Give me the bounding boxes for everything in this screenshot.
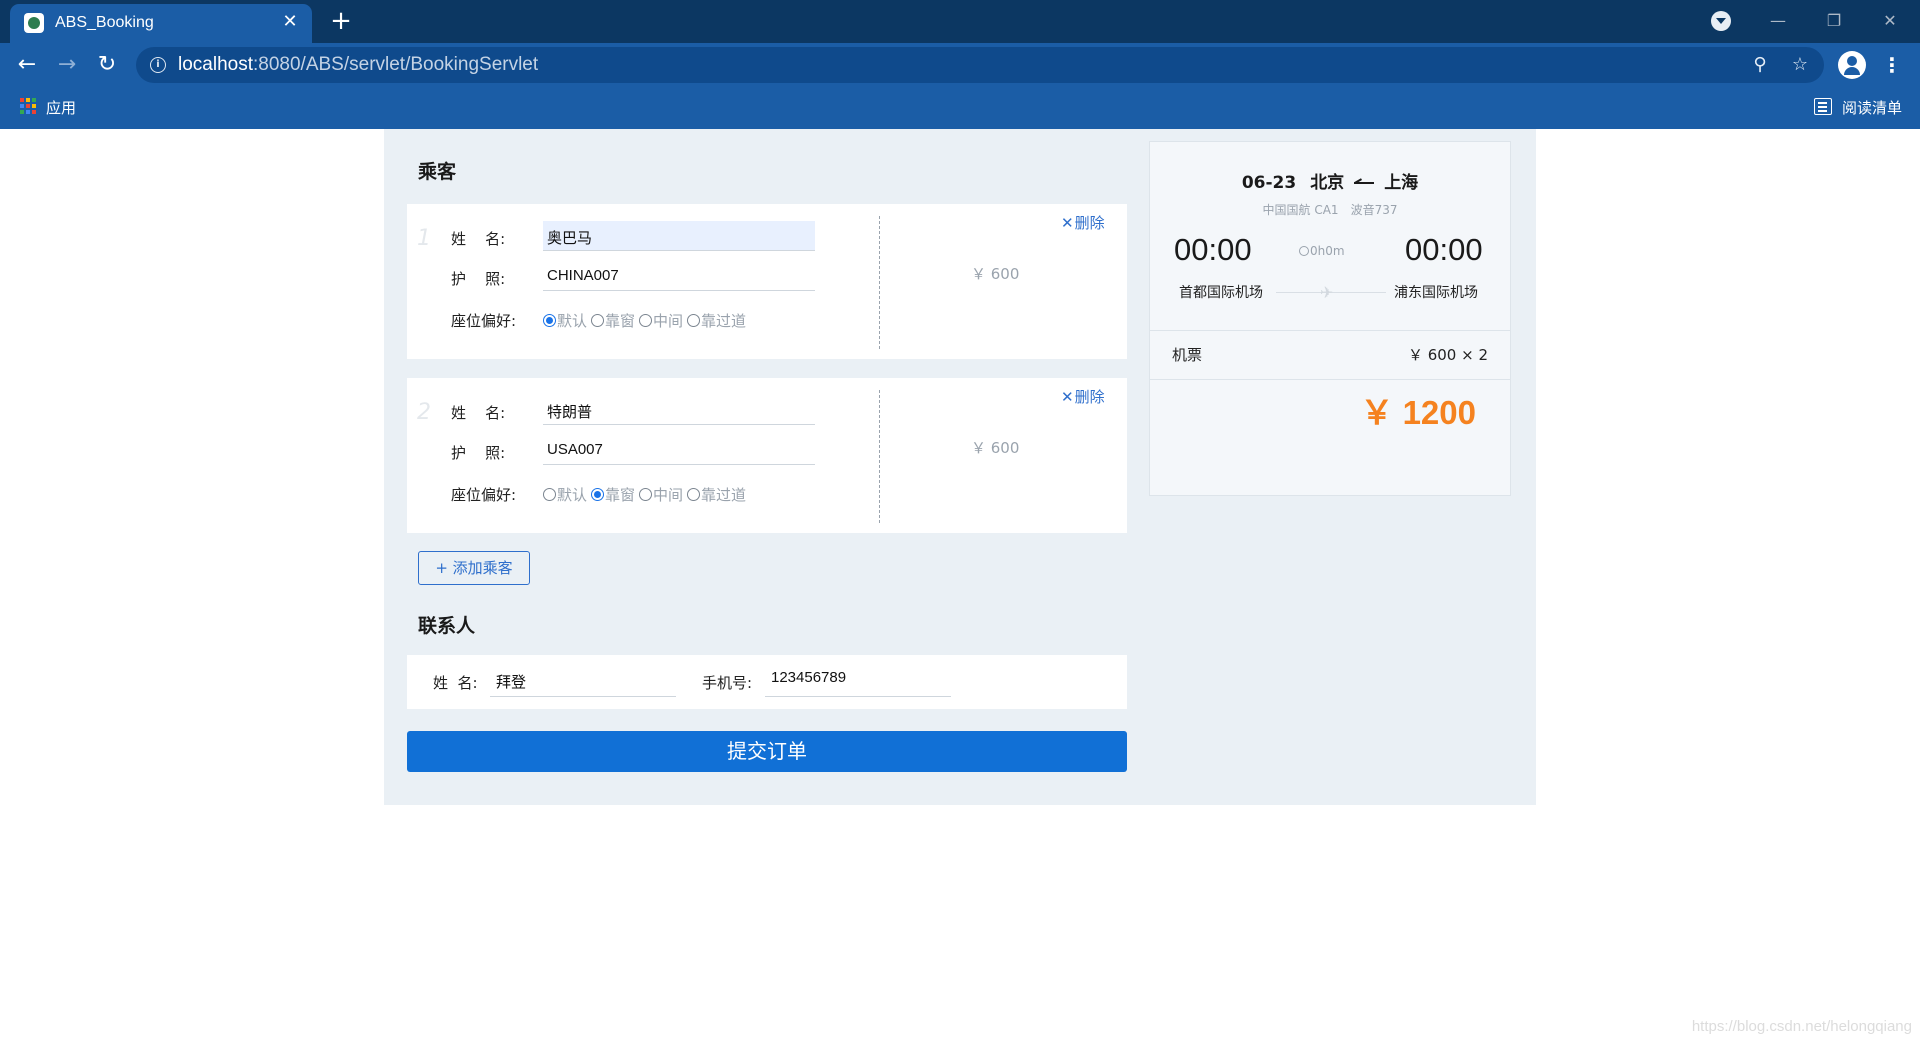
- from-city: 北京: [1310, 173, 1345, 193]
- name-label: 姓 名:: [451, 230, 506, 248]
- seat-preference-group: 默认 靠窗 中间 靠过道: [543, 310, 750, 331]
- passport-input[interactable]: CHINA007: [543, 261, 815, 291]
- phone-input[interactable]: 123456789: [765, 665, 951, 697]
- contact-name-input[interactable]: 拜登: [490, 665, 676, 697]
- to-city: 上海: [1384, 173, 1419, 193]
- browser-toolbar: ← → ↻ i localhost:8080/ABS/servlet/Booki…: [0, 43, 1920, 86]
- close-icon: ✕: [1061, 214, 1074, 232]
- passenger-name-input[interactable]: 特朗普: [543, 395, 815, 425]
- depart-time: 00:00: [1174, 232, 1252, 267]
- passport-label: 护 照:: [451, 270, 506, 288]
- restore-button[interactable]: ❐: [1814, 7, 1854, 35]
- arrive-time: 00:00: [1405, 232, 1483, 267]
- flight-date: 06-23: [1241, 173, 1297, 193]
- seat-preference-label: 座位偏好:: [451, 486, 517, 504]
- summary-divider: [1150, 330, 1510, 331]
- seat-radio-window[interactable]: [591, 488, 605, 501]
- passenger-price: ￥ 600: [971, 265, 1020, 283]
- add-passenger-button[interactable]: + 添加乘客: [418, 551, 530, 585]
- contact-card: 姓 名: 拜登 手机号: 123456789: [407, 655, 1127, 709]
- total-price: ￥ 1200: [1360, 394, 1476, 431]
- contact-title: 联系人: [418, 615, 476, 637]
- passenger-index: 1: [417, 226, 431, 251]
- delete-passenger-button[interactable]: ✕删除: [1061, 386, 1105, 407]
- bookmarks-apps-link[interactable]: 应用: [46, 97, 76, 118]
- bookmarks-bar: 应用 阅读清单: [0, 86, 1920, 129]
- aircraft-type: 波音737: [1350, 203, 1398, 217]
- seat-radio-default[interactable]: [543, 314, 556, 327]
- passenger-card-2: 2 姓 名: 特朗普 护 照: USA007 座位偏好: 默认 靠窗 中间 靠过…: [407, 378, 1127, 533]
- seat-preference-label: 座位偏好:: [451, 312, 517, 330]
- flight-duration: 0h0m: [1299, 244, 1345, 258]
- passenger-price: ￥ 600: [971, 439, 1020, 457]
- apps-grid-icon[interactable]: [20, 98, 36, 114]
- seat-radio-aisle[interactable]: [687, 314, 701, 327]
- contact-name-label: 姓 名:: [433, 674, 478, 692]
- site-favicon-icon: [24, 13, 44, 33]
- url-text[interactable]: localhost:8080/ABS/servlet/BookingServle…: [178, 54, 538, 76]
- delete-passenger-button[interactable]: ✕删除: [1061, 212, 1105, 233]
- order-summary: 06-23 北京 上海 中国国航 CA1 波音737 00:00 0h0m 00:00…: [1149, 141, 1511, 496]
- tab-search-icon[interactable]: [1711, 11, 1731, 31]
- reload-icon[interactable]: ↻: [91, 49, 123, 81]
- route-arrow-icon: [1354, 182, 1375, 184]
- bookmark-star-icon[interactable]: ☆: [1788, 53, 1812, 77]
- address-bar[interactable]: i localhost:8080/ABS/servlet/BookingServ…: [136, 47, 1824, 83]
- flight-info: 中国国航 CA1 波音737: [1150, 201, 1510, 218]
- seat-radio-default[interactable]: [543, 488, 556, 501]
- seat-radio-middle[interactable]: [639, 314, 653, 327]
- close-icon: ✕: [1061, 388, 1074, 406]
- seat-preference-group: 默认 靠窗 中间 靠过道: [543, 484, 750, 505]
- site-info-icon[interactable]: i: [150, 57, 166, 73]
- phone-label: 手机号:: [702, 674, 753, 692]
- browser-menu-icon[interactable]: ⋮: [1880, 51, 1904, 79]
- booking-page: 乘客 1 姓 名: 奥巴马 护 照: CHINA007 座位偏好: 默认 靠窗 …: [384, 129, 1536, 805]
- reading-list-link[interactable]: 阅读清单: [1842, 97, 1902, 118]
- ticket-price: ￥ 600 × 2: [1407, 346, 1488, 364]
- back-arrow-icon[interactable]: ←: [11, 49, 43, 81]
- passenger-name-input[interactable]: 奥巴马: [543, 221, 815, 251]
- arrive-airport: 浦东国际机场: [1394, 285, 1478, 301]
- seat-radio-middle[interactable]: [639, 488, 653, 501]
- seat-radio-aisle[interactable]: [687, 488, 701, 501]
- airline-flight: 中国国航 CA1: [1262, 203, 1339, 217]
- passport-input[interactable]: USA007: [543, 435, 815, 465]
- card-divider: [879, 216, 880, 349]
- browser-tab-bar: ABS_Booking ✕ + — ❐ ✕: [0, 0, 1920, 43]
- summary-divider: [1150, 379, 1510, 380]
- card-divider: [879, 390, 880, 523]
- new-tab-button[interactable]: +: [325, 6, 357, 38]
- minimize-button[interactable]: —: [1758, 7, 1798, 35]
- submit-order-button[interactable]: 提交订单: [407, 731, 1127, 772]
- passenger-index: 2: [417, 400, 431, 425]
- route-heading: 06-23 北京 上海: [1150, 168, 1510, 193]
- seat-option-label: 中间: [653, 312, 684, 330]
- watermark: https://blog.csdn.net/helongqiang: [1691, 1018, 1912, 1035]
- passport-label: 护 照:: [451, 444, 506, 462]
- reading-list-icon[interactable]: [1814, 98, 1832, 115]
- browser-tab[interactable]: ABS_Booking ✕: [10, 4, 312, 43]
- forward-arrow-icon[interactable]: →: [51, 49, 83, 81]
- seat-radio-window[interactable]: [591, 314, 605, 327]
- window-close-button[interactable]: ✕: [1870, 7, 1910, 35]
- clock-icon: [1299, 246, 1309, 256]
- plane-icon: ✈: [1320, 283, 1334, 302]
- seat-option-label: 默认: [557, 312, 588, 330]
- profile-avatar-icon[interactable]: [1838, 51, 1866, 79]
- passengers-title: 乘客: [418, 161, 457, 183]
- seat-option-label: 靠过道: [701, 312, 747, 330]
- ticket-label: 机票: [1172, 346, 1203, 364]
- zoom-icon[interactable]: ⚲: [1748, 53, 1772, 77]
- seat-option-label: 默认: [557, 486, 588, 504]
- depart-airport: 首都国际机场: [1179, 285, 1263, 301]
- seat-option-label: 靠窗: [605, 312, 636, 330]
- seat-option-label: 中间: [653, 486, 684, 504]
- seat-option-label: 靠过道: [701, 486, 747, 504]
- tab-title: ABS_Booking: [55, 14, 154, 31]
- name-label: 姓 名:: [451, 404, 506, 422]
- passenger-card-1: 1 姓 名: 奥巴马 护 照: CHINA007 座位偏好: 默认 靠窗 中间 …: [407, 204, 1127, 359]
- tab-close-icon[interactable]: ✕: [278, 10, 302, 34]
- seat-option-label: 靠窗: [605, 486, 636, 504]
